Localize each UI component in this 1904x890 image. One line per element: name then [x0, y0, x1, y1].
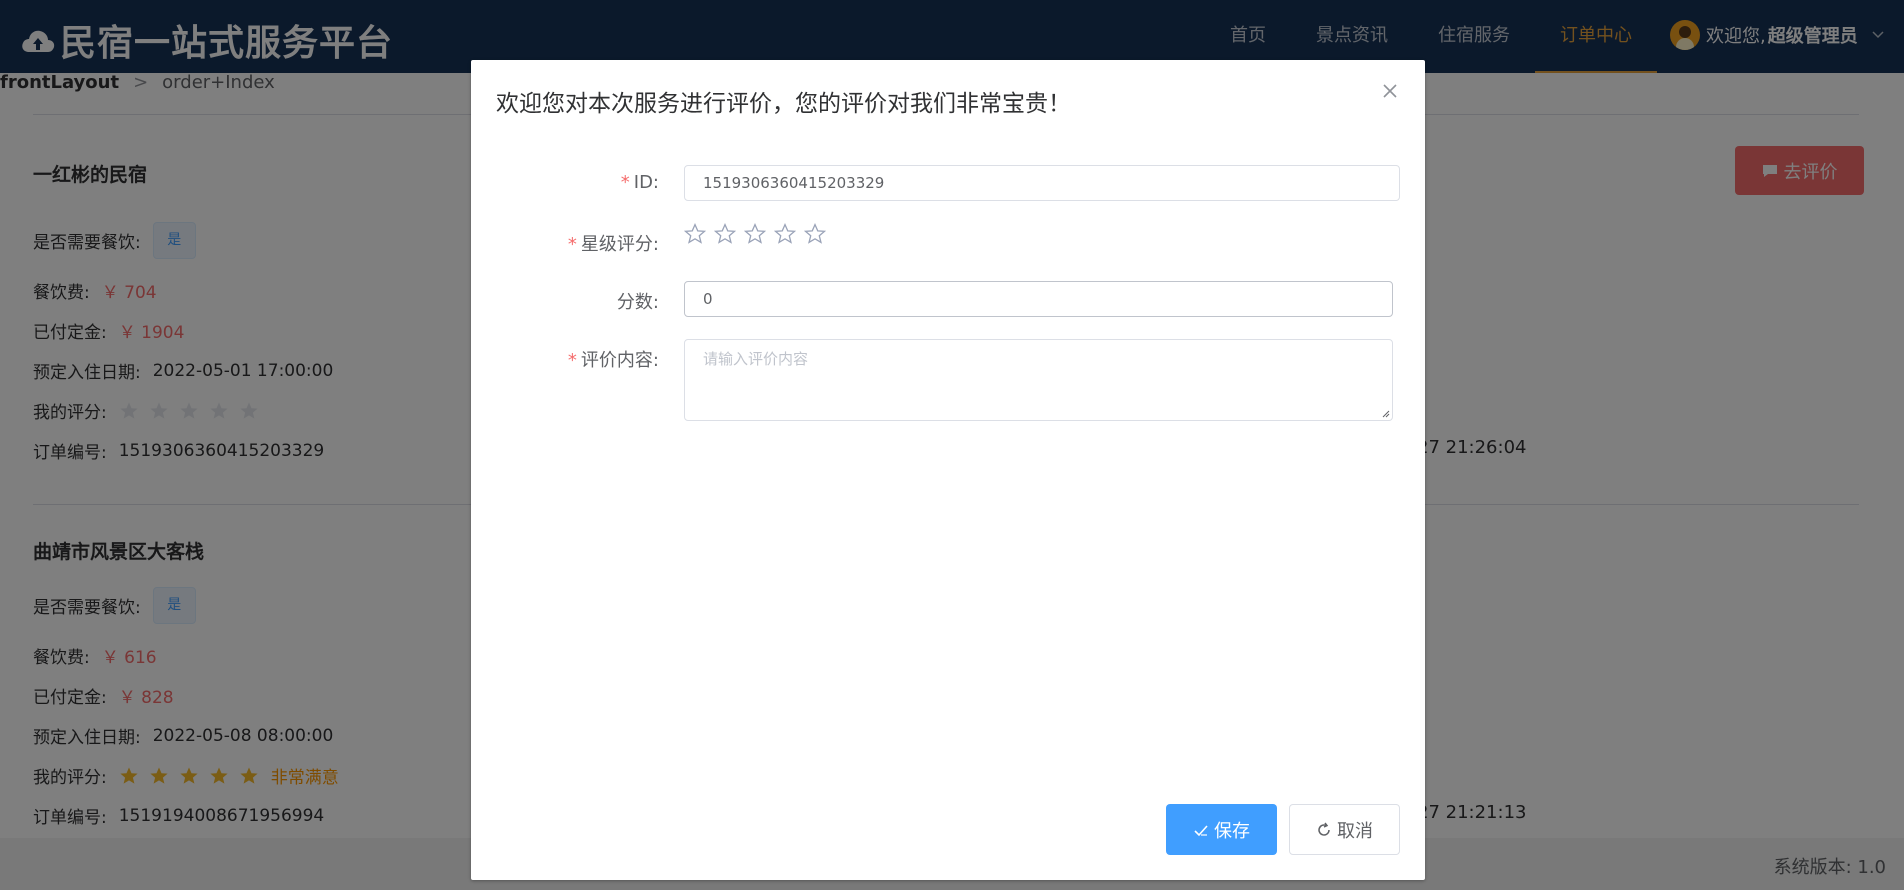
id-input[interactable]: 1519306360415203329: [684, 165, 1400, 201]
score-input[interactable]: 0: [684, 281, 1393, 317]
close-icon[interactable]: [1381, 82, 1399, 100]
score-label: 分数:: [616, 292, 659, 313]
content-textarea[interactable]: 请输入评价内容: [684, 339, 1393, 421]
id-label: * ID:: [620, 172, 659, 193]
content-placeholder: 请输入评价内容: [703, 350, 809, 368]
review-dialog: 欢迎您对本次服务进行评价，您的评价对我们非常宝贵！ * ID: 151930636…: [471, 60, 1425, 880]
save-button-label: 保存: [1214, 820, 1250, 842]
star-rating-label: * 星级评分:: [567, 234, 659, 255]
dialog-title: 欢迎您对本次服务进行评价，您的评价对我们非常宝贵！: [496, 91, 1071, 117]
content-label: * 评价内容:: [567, 350, 659, 371]
star-icon[interactable]: [774, 223, 796, 245]
cancel-button-label: 取消: [1337, 820, 1373, 842]
star-icon[interactable]: [714, 223, 736, 245]
star-rating-input[interactable]: [684, 223, 834, 245]
check-icon: [1194, 824, 1208, 836]
cancel-button[interactable]: 取消: [1289, 804, 1400, 855]
star-icon[interactable]: [684, 223, 706, 245]
refresh-icon: [1318, 822, 1330, 836]
resize-handle-icon[interactable]: [1380, 408, 1390, 418]
star-icon[interactable]: [804, 223, 826, 245]
save-button[interactable]: 保存: [1166, 804, 1277, 855]
star-icon[interactable]: [744, 223, 766, 245]
